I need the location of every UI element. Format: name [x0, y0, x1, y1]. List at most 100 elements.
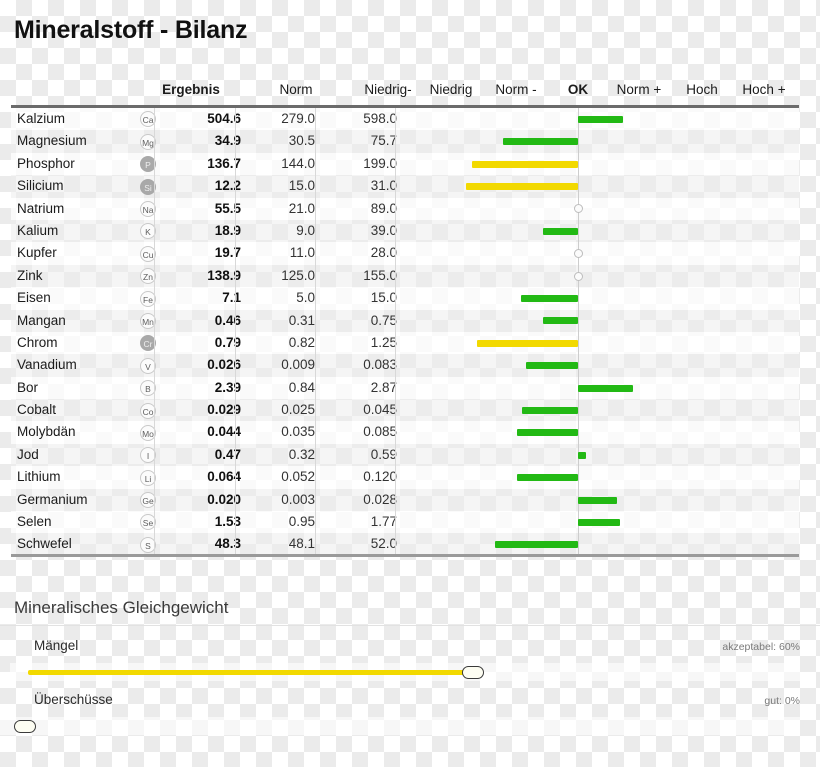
mineral-name: Lithium	[17, 469, 61, 485]
mineral-name: Magnesium	[17, 133, 87, 149]
balance-panel-title: Mineralisches Gleichgewicht	[14, 598, 229, 617]
mineral-name: Vanadium	[17, 357, 77, 373]
element-symbol-badge: Zn	[133, 265, 163, 287]
table-row[interactable]: Kalzium Ca 504.6 279.0 598.0	[11, 108, 799, 131]
norm-min-value: 30.5	[288, 133, 315, 149]
table-row[interactable]: Natrium Na 55.5 21.0 89.0	[11, 197, 799, 220]
table-row[interactable]: Schwefel S 48.3 48.1 52.0	[11, 533, 799, 556]
mineral-name: Natrium	[17, 200, 65, 216]
mineral-name: Chrom	[17, 334, 58, 350]
slider-fill-maengel	[28, 670, 468, 675]
result-value: 0.79	[214, 334, 241, 350]
norm-max-value: 0.083	[363, 357, 397, 373]
result-value: 0.026	[207, 357, 241, 373]
column-header-norm-plus: Norm +	[616, 82, 662, 97]
mineral-name: Eisen	[17, 290, 51, 306]
table-row[interactable]: Magnesium Mg 34.9 30.5 75.7	[11, 130, 799, 153]
result-value: 12.2	[214, 178, 241, 194]
norm-max-value: 155.0	[363, 267, 397, 283]
result-value: 48.3	[214, 536, 241, 552]
norm-max-value: 0.75	[370, 312, 397, 328]
mineral-name: Phosphor	[17, 155, 75, 171]
norm-max-value: 0.085	[363, 424, 397, 440]
norm-min-value: 9.0	[296, 222, 315, 238]
column-header-hoch-plus: Hoch +	[742, 82, 786, 97]
column-header-norm-minus: Norm -	[495, 82, 537, 97]
result-value: 34.9	[214, 133, 241, 149]
result-value: 0.47	[214, 446, 241, 462]
norm-min-value: 11.0	[289, 245, 315, 261]
table-row[interactable]: Kupfer Cu 19.7 11.0 28.0	[11, 242, 799, 265]
column-header-niedrig-minus: Niedrig-	[364, 82, 412, 97]
norm-max-value: 15.0	[370, 290, 397, 306]
slider-note-maengel: akzeptabel: 60%	[722, 641, 800, 653]
slider-thumb-maengel[interactable]	[462, 666, 484, 679]
slider-label-maengel: Mängel	[34, 638, 79, 653]
table-row[interactable]: Silicium Si 12.2 15.0 31.0	[11, 175, 799, 198]
result-value: 1.53	[214, 514, 241, 530]
table-row[interactable]: Vanadium V 0.026 0.009 0.083	[11, 354, 799, 377]
element-symbol-badge: Cr	[133, 332, 163, 354]
mineral-name: Molybdän	[17, 424, 76, 440]
mineral-name: Kalzium	[17, 111, 66, 126]
element-symbol-badge: Se	[133, 511, 163, 533]
norm-max-value: 31.0	[370, 178, 397, 194]
table-row[interactable]: Molybdän Mo 0.044 0.035 0.085	[11, 421, 799, 444]
column-header-hoch: Hoch	[686, 82, 718, 97]
element-symbol-badge: Ca	[133, 108, 163, 130]
page-title: Mineralstoff - Bilanz	[14, 16, 248, 44]
norm-min-value: 21.0	[288, 200, 315, 216]
element-symbol-badge: Cu	[133, 242, 163, 264]
table-row[interactable]: Germanium Ge 0.020 0.003 0.028	[11, 488, 799, 512]
result-value: 55.5	[214, 200, 241, 216]
result-value: 136.7	[207, 155, 241, 171]
table-row[interactable]: Mangan Mn 0.46 0.31 0.75	[11, 309, 799, 332]
element-symbol-badge: B	[133, 377, 163, 399]
result-value: 138.9	[207, 267, 241, 283]
element-symbol-badge: Mn	[133, 310, 163, 332]
norm-max-value: 199.0	[363, 155, 397, 171]
norm-max-value: 28.0	[370, 245, 397, 261]
column-header-ergebnis: Ergebnis	[162, 82, 220, 97]
column-divider-3	[315, 108, 316, 557]
norm-min-value: 0.82	[288, 334, 315, 350]
mineral-name: Zink	[17, 267, 43, 283]
table-row[interactable]: Kalium K 18.9 9.0 39.0	[11, 219, 799, 243]
result-value: 0.020	[207, 491, 241, 507]
table-row[interactable]: Zink Zn 138.9 125.0 155.0	[11, 264, 799, 288]
element-symbol-badge: Na	[133, 198, 163, 220]
norm-max-value: 75.7	[370, 133, 397, 149]
table-row[interactable]: Jod I 0.47 0.32 0.59	[11, 443, 799, 467]
column-divider-1	[154, 108, 155, 557]
element-symbol-badge: V	[133, 354, 163, 376]
norm-min-value: 279.0	[281, 111, 315, 126]
norm-min-value: 0.84	[288, 379, 315, 395]
result-value: 0.064	[207, 469, 241, 485]
result-value: 7.1	[222, 290, 241, 306]
norm-min-value: 0.32	[288, 446, 315, 462]
table-row[interactable]: Selen Se 1.53 0.95 1.77	[11, 511, 799, 534]
table-row[interactable]: Eisen Fe 7.1 5.0 15.0	[11, 287, 799, 310]
result-value: 19.7	[214, 245, 241, 261]
slider-note-ueberschuesse: gut: 0%	[764, 695, 800, 707]
table-row[interactable]: Chrom Cr 0.79 0.82 1.25	[11, 331, 799, 355]
element-symbol-badge: K	[133, 220, 163, 242]
norm-max-value: 52.0	[370, 536, 397, 552]
table-row[interactable]: Phosphor P 136.7 144.0 199.0	[11, 152, 799, 176]
table-bottom-rule	[11, 554, 799, 557]
slider-track-ueberschuesse[interactable]	[0, 717, 800, 735]
column-header-niedrig: Niedrig	[429, 82, 473, 97]
table-row[interactable]: Lithium Li 0.064 0.052 0.120	[11, 466, 799, 489]
column-header-ok: OK	[567, 82, 589, 97]
slider-thumb-ueberschuesse[interactable]	[14, 720, 36, 733]
norm-max-value: 598.0	[363, 111, 397, 126]
slider-track-maengel[interactable]	[10, 663, 800, 681]
balance-panel-rule	[0, 625, 820, 626]
mineral-name: Kalium	[17, 222, 59, 238]
norm-min-value: 0.052	[281, 469, 315, 485]
table-row[interactable]: Cobalt Co 0.029 0.025 0.045	[11, 399, 799, 422]
result-value: 18.9	[214, 222, 241, 238]
mineral-name: Kupfer	[17, 245, 57, 261]
column-divider-4	[395, 108, 396, 557]
table-row[interactable]: Bor B 2.39 0.84 2.87	[11, 376, 799, 400]
